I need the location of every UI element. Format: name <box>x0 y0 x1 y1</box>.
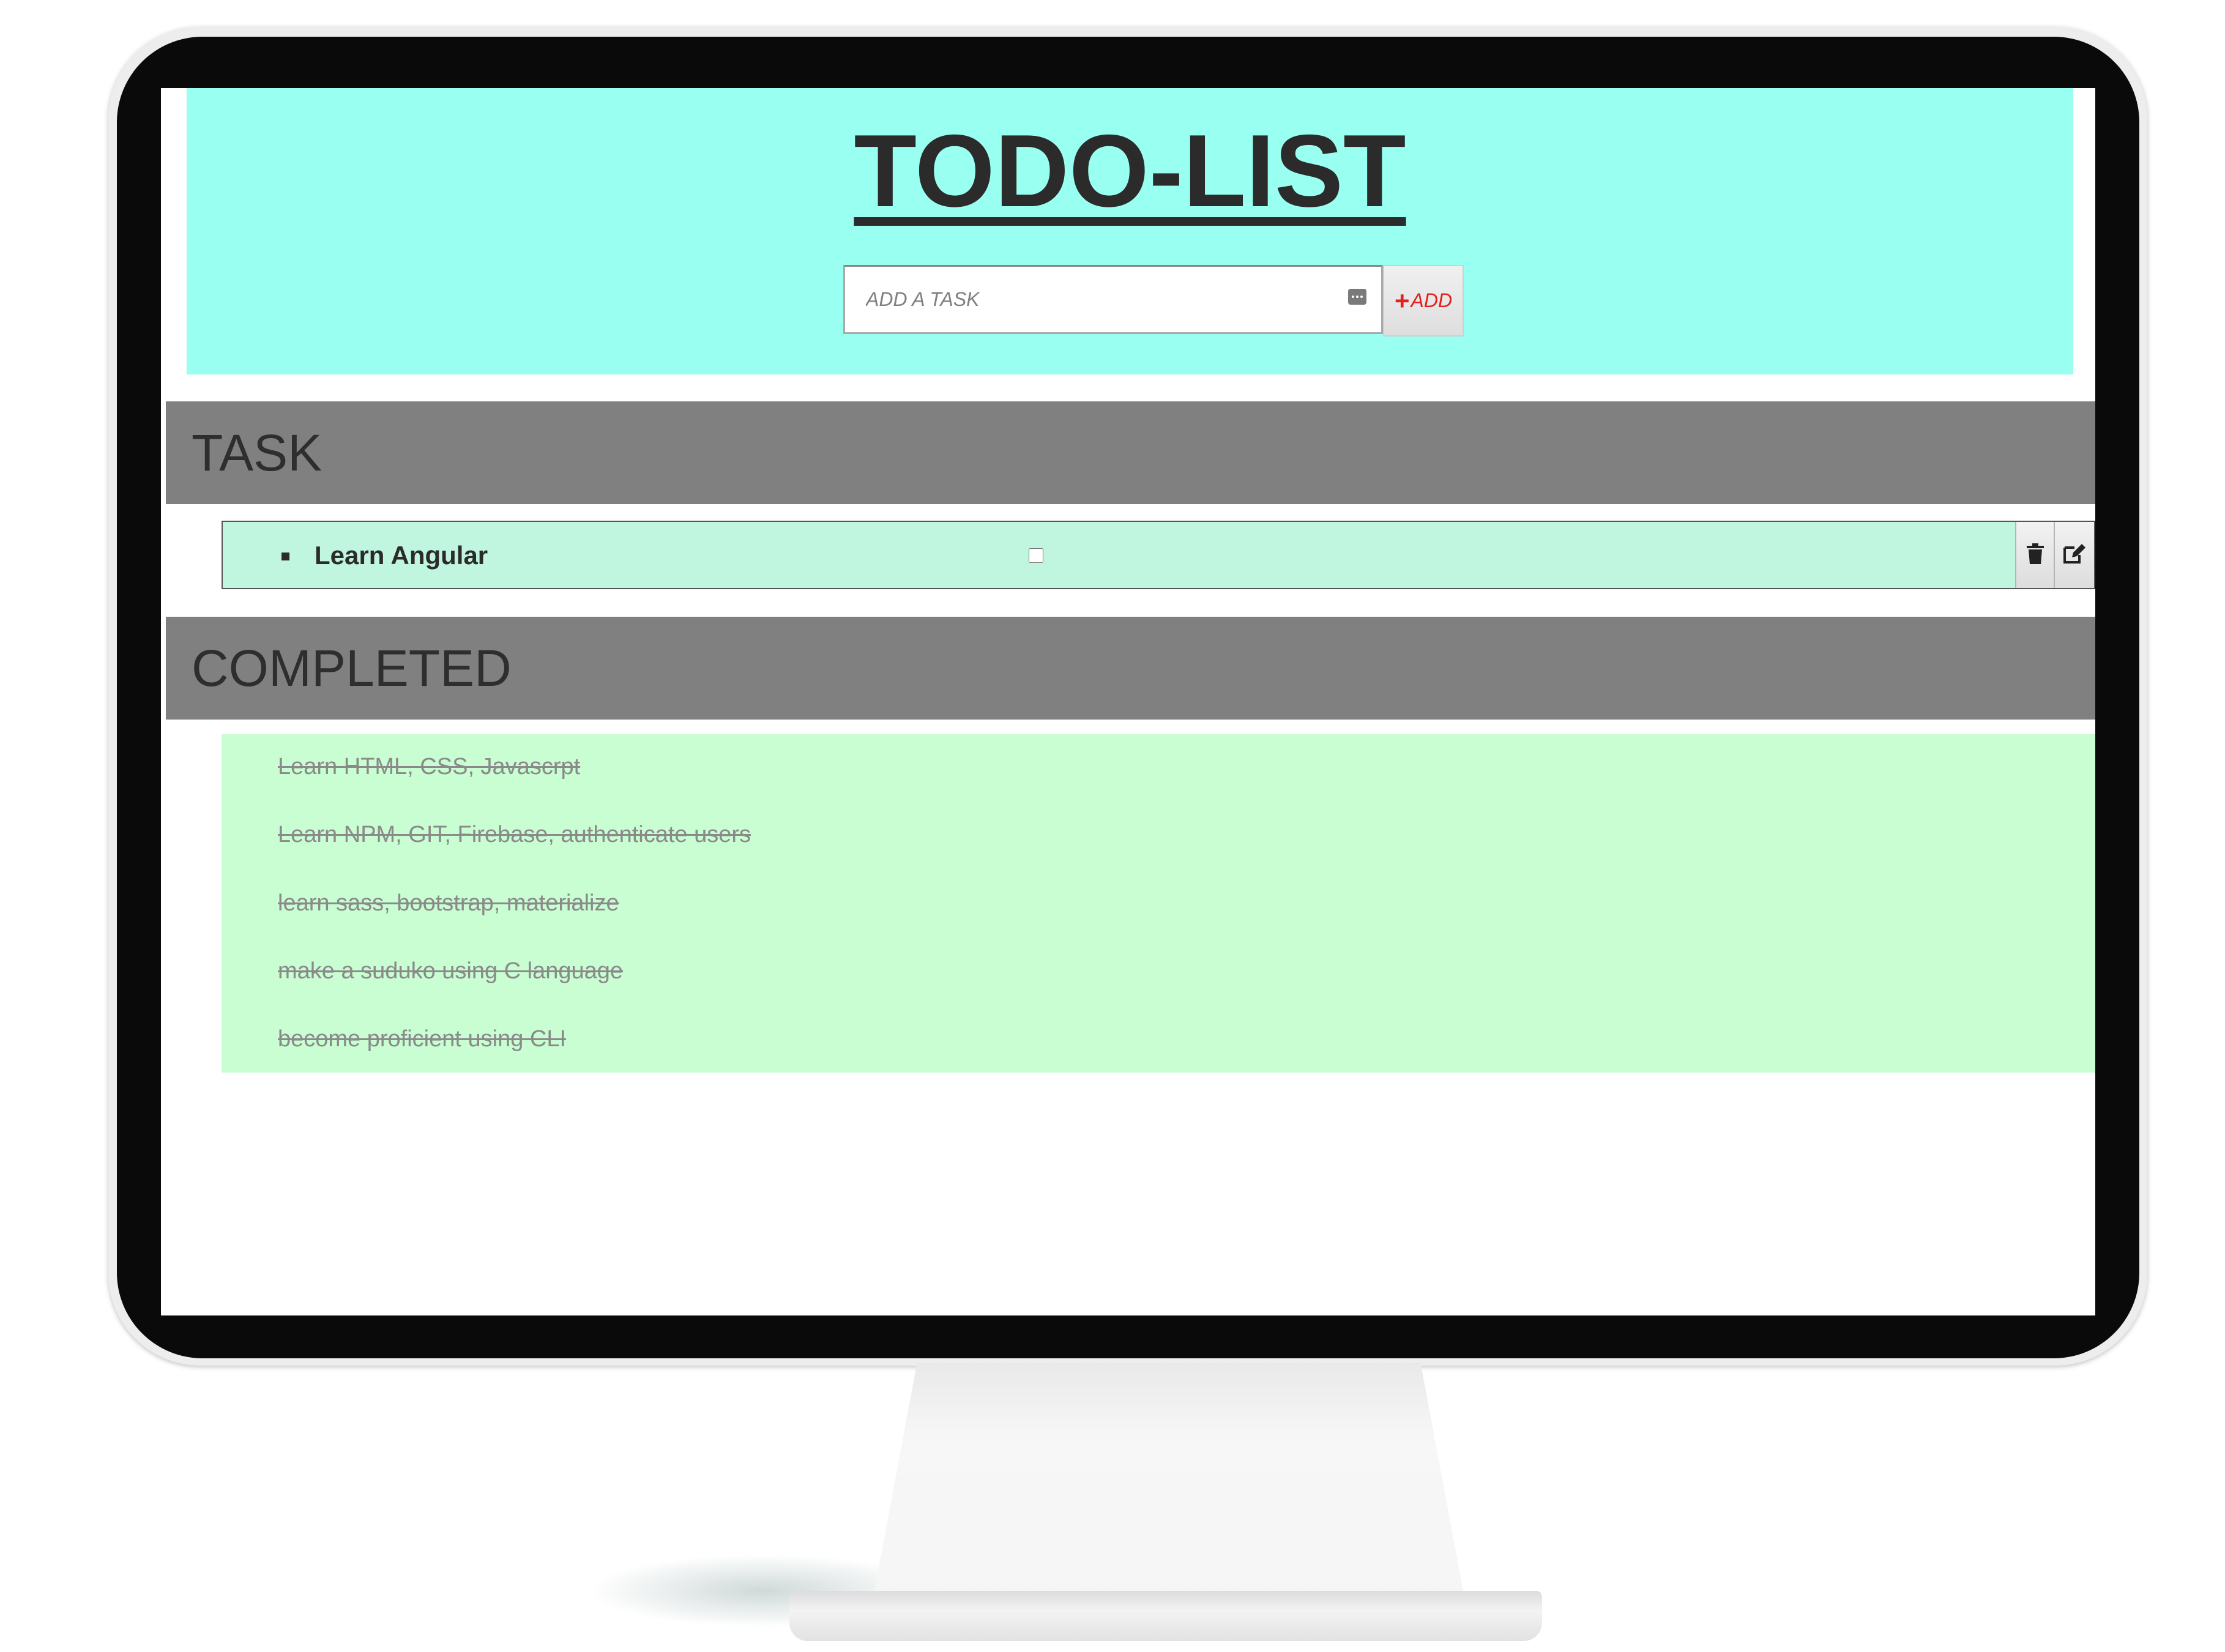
task-input[interactable] <box>843 265 1383 334</box>
task-section-header: TASK <box>166 401 2095 504</box>
task-item: Learn Angular <box>222 521 2095 589</box>
add-button[interactable]: + ADD <box>1383 265 1464 337</box>
dots-icon[interactable] <box>1348 289 1366 305</box>
plus-icon: + <box>1394 286 1410 315</box>
monitor-stand <box>869 1363 1469 1620</box>
task-complete-checkbox[interactable] <box>1029 548 1043 563</box>
app-header: TODO-LIST + ADD <box>187 88 2073 374</box>
bullet-icon <box>281 553 289 560</box>
page-title: TODO-LIST <box>854 113 1406 228</box>
delete-task-button[interactable] <box>2015 522 2054 588</box>
completed-list: Learn HTML, CSS, Javascrpt Learn NPM, GI… <box>222 734 2095 1073</box>
edit-task-button[interactable] <box>2054 522 2094 588</box>
task-heading: TASK <box>192 424 322 482</box>
completed-item: become proficient using CLI <box>278 1026 567 1052</box>
completed-item: Learn NPM, GIT, Firebase, authenticate u… <box>278 822 751 847</box>
completed-item: Learn HTML, CSS, Javascrpt <box>278 754 581 779</box>
completed-item: learn sass, bootstrap, materialize <box>278 890 619 916</box>
app-screen: TODO-LIST + ADD TASK Learn Angular <box>161 88 2095 1315</box>
task-item-label: Learn Angular <box>315 541 488 570</box>
monitor-stand-base <box>789 1591 1542 1641</box>
edit-icon <box>2062 543 2087 568</box>
completed-section-header: COMPLETED <box>166 617 2095 720</box>
add-task-form: + ADD <box>843 265 1464 337</box>
completed-item: make a suduko using C language <box>278 958 624 984</box>
completed-heading: COMPLETED <box>192 639 512 697</box>
add-button-label: ADD <box>1411 289 1453 311</box>
trash-icon <box>2026 543 2044 567</box>
